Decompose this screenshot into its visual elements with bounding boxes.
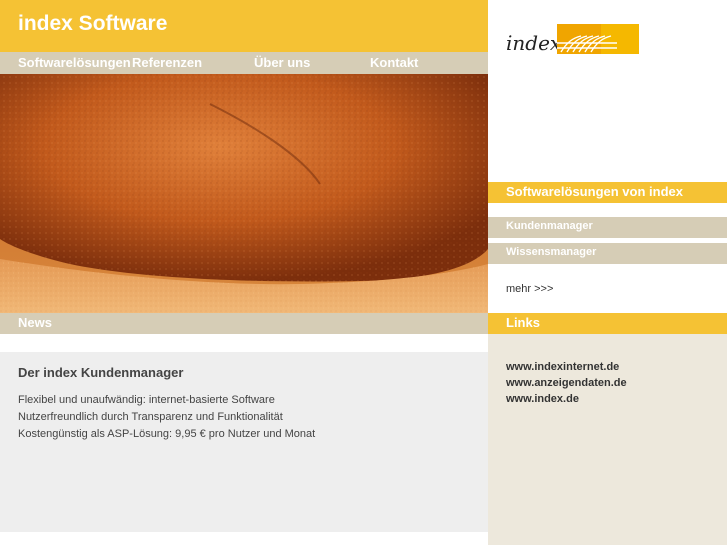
nav-link-referenzen[interactable]: Referenzen bbox=[132, 55, 202, 70]
orange-stripes-logo bbox=[557, 24, 639, 54]
sandstone-rock-photo bbox=[0, 74, 488, 313]
nav-link-ueber-uns[interactable]: Über uns bbox=[254, 55, 310, 70]
more-link[interactable]: mehr >>> bbox=[506, 283, 553, 295]
article-line: Flexibel und unaufwändig: internet-basie… bbox=[18, 394, 275, 406]
nav-link-softwareloesungen[interactable]: Softwarelösungen bbox=[18, 55, 131, 70]
news-header-bar bbox=[0, 313, 488, 334]
products-title: Softwarelösungen von index bbox=[506, 184, 683, 199]
logo-icon[interactable] bbox=[557, 24, 639, 59]
external-link-index[interactable]: www.index.de bbox=[506, 393, 579, 405]
external-link-indexinternet[interactable]: www.indexinternet.de bbox=[506, 361, 619, 373]
news-title: News bbox=[18, 315, 52, 330]
site-title: index Software bbox=[18, 12, 168, 35]
product-label-wissensmanager[interactable]: Wissensmanager bbox=[506, 246, 596, 258]
news-content-panel-lower bbox=[0, 454, 505, 532]
links-title: Links bbox=[506, 315, 540, 330]
product-label-kundenmanager[interactable]: Kundenmanager bbox=[506, 220, 593, 232]
external-link-anzeigendaten[interactable]: www.anzeigendaten.de bbox=[506, 377, 627, 389]
hero-image bbox=[0, 74, 488, 313]
logo-text: index bbox=[506, 31, 562, 55]
article-line: Kostengünstig als ASP-Lösung: 9,95 € pro… bbox=[18, 428, 316, 440]
article-title: Der index Kundenmanager bbox=[18, 365, 184, 380]
article-line: Nutzerfreundlich durch Transparenz und F… bbox=[18, 411, 283, 423]
nav-link-kontakt[interactable]: Kontakt bbox=[370, 55, 418, 70]
